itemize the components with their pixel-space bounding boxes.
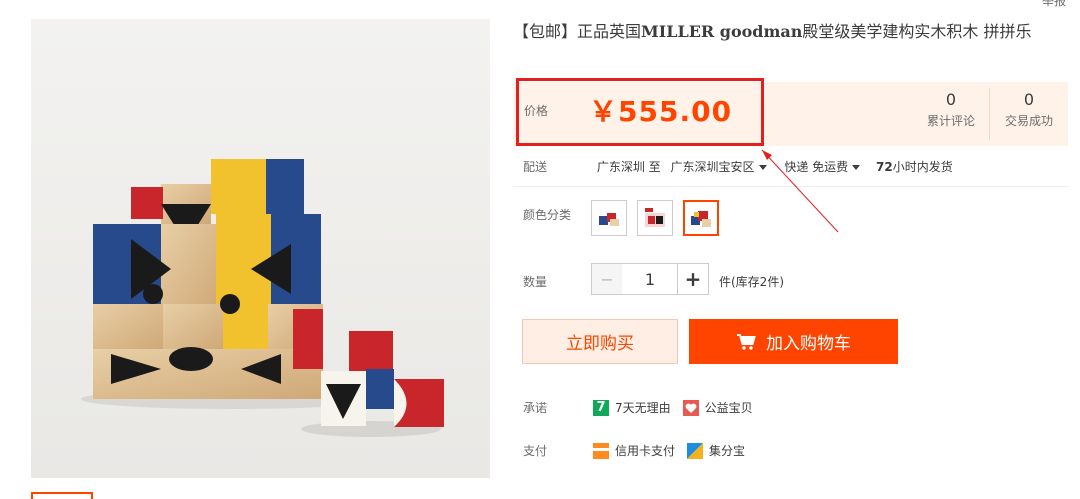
jifenbao-icon: [687, 442, 704, 459]
sales-count-stat: 0 交易成功: [994, 91, 1064, 129]
stat-divider: [989, 88, 990, 140]
shipping-destination-text: 广东深圳宝安区: [670, 160, 755, 174]
charity-heart-icon: [682, 399, 699, 416]
color-option-2[interactable]: [637, 200, 673, 236]
sales-count: 0: [1023, 90, 1035, 109]
title-suffix: 殿堂级美学建构实木积木 拼拼乐: [802, 22, 1032, 41]
seven-day-return-link[interactable]: 7天无理由: [615, 399, 671, 416]
quantity-decrease-button[interactable]: −: [591, 263, 623, 295]
quantity-increase-button[interactable]: +: [677, 263, 709, 295]
delivery-hours: 72: [875, 160, 893, 174]
shipping-row: 配送 广东深圳 至 广东深圳宝安区 快递 免运费 72小时内发货: [523, 158, 953, 175]
quantity-label-row: 数量: [523, 273, 593, 290]
review-count-stat[interactable]: 0 累计评论: [917, 91, 985, 129]
add-to-cart-label: 加入购物车: [766, 334, 851, 354]
review-count-label: 累计评论: [926, 114, 975, 128]
title-prefix: 【包邮】正品英国: [513, 22, 642, 41]
quantity-label: 数量: [523, 275, 548, 289]
product-title: 【包邮】正品英国MILLER goodman殿堂级美学建构实木积木 拼拼乐: [513, 21, 1068, 43]
color-option-1[interactable]: [591, 200, 627, 236]
review-count: 0: [945, 90, 957, 109]
title-brand: MILLER goodman: [641, 22, 803, 41]
color-option-1-image: [599, 213, 619, 226]
color-option-3-selected[interactable]: [683, 200, 719, 236]
color-option-2-image: [645, 208, 665, 227]
seven-day-return-icon: 7: [593, 399, 609, 416]
promise-label: 承诺: [523, 401, 548, 415]
chevron-down-icon: [852, 164, 861, 170]
payment-row: 支付 信用卡支付 集分宝: [523, 442, 745, 459]
add-to-cart-button[interactable]: 加入购物车: [689, 319, 898, 364]
stock-info: 件(库存2件): [719, 275, 784, 289]
promise-row: 承诺 7 7天无理由 公益宝贝: [523, 399, 753, 416]
quantity-input[interactable]: 1: [622, 263, 678, 295]
credit-card-icon: [593, 442, 609, 459]
thumbnail-1[interactable]: [31, 492, 93, 499]
price-highlight-box: [516, 78, 764, 146]
report-link[interactable]: 举报: [1042, 0, 1066, 9]
wooden-blocks-illustration: [31, 19, 490, 478]
buy-now-button[interactable]: 立即购买: [522, 319, 678, 364]
delivery-time: 72小时内发货: [876, 160, 953, 174]
shipping-destination[interactable]: 广东深圳宝安区: [670, 160, 772, 174]
payment-label: 支付: [523, 444, 548, 458]
credit-card-payment-link[interactable]: 信用卡支付: [615, 442, 675, 459]
color-option-3-image: [691, 211, 711, 227]
delivery-text: 小时内发货: [892, 160, 953, 174]
shipping-from: 广东深圳 至: [596, 160, 661, 174]
color-label: 颜色分类: [523, 208, 572, 222]
chevron-down-icon: [758, 164, 767, 170]
shopping-cart-icon: [737, 333, 756, 350]
shipping-label: 配送: [523, 160, 548, 174]
product-main-image[interactable]: [31, 19, 490, 478]
shipping-method[interactable]: 快递 免运费: [784, 160, 866, 174]
thumbnail-strip: [31, 492, 490, 499]
shipping-method-text: 快递 免运费: [784, 160, 849, 174]
charity-item-link[interactable]: 公益宝贝: [705, 399, 753, 416]
sales-count-label: 交易成功: [1004, 114, 1053, 128]
jifenbao-link[interactable]: 集分宝: [709, 442, 745, 459]
color-label-row: 颜色分类: [523, 206, 593, 223]
section-divider: [513, 186, 1068, 187]
